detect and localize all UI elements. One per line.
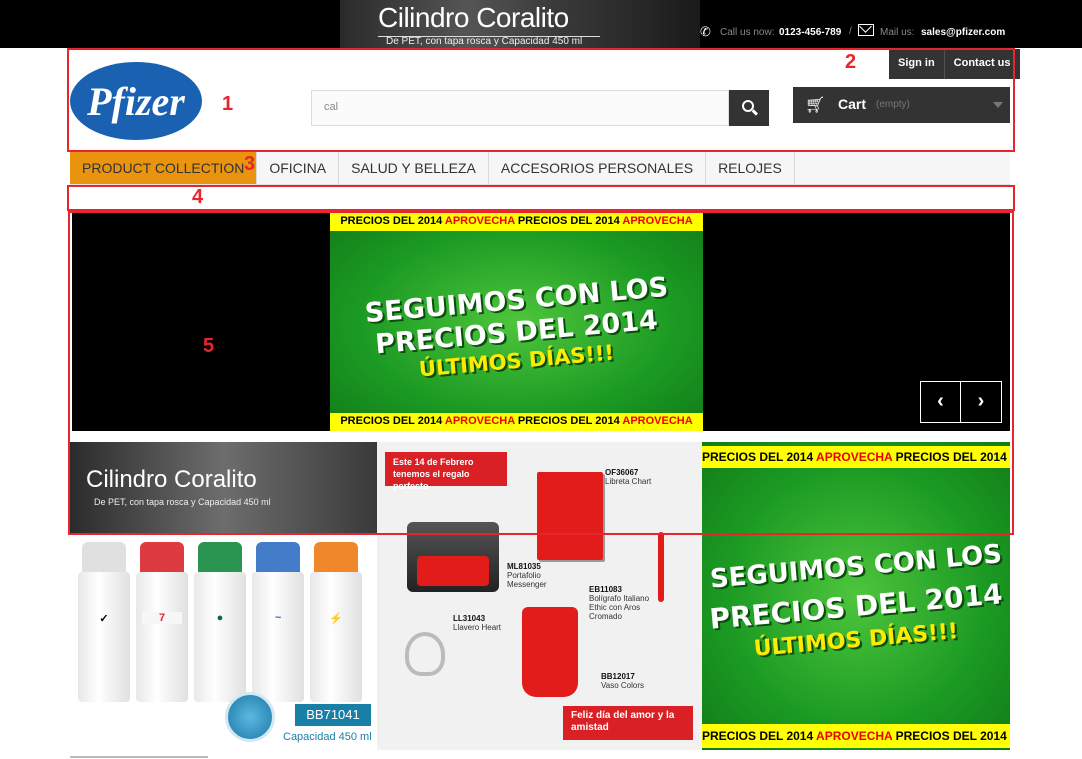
top-banner-title: Cilindro Coralito [378,2,569,33]
annotation-label-5: 5 [203,335,215,357]
cup-image [522,607,578,697]
banner2-item-label: EB11083 Bolígrafo Italiano Ethic con Aros… [589,585,650,621]
email-link[interactable]: sales@pfizer.com [921,27,1005,38]
mail-label: Mail us: [880,27,915,38]
phone-icon: ✆ [700,24,711,39]
nav-item-accesorios-personales[interactable]: ACCESORIOS PERSONALES [489,152,707,184]
footer-divider [70,756,208,758]
capacity-label: Capacidad 450 ml [283,731,372,743]
annotation-label-4: 4 [192,186,204,208]
banner2-item-label: BB12017 Vaso Colors [601,672,644,690]
annotation-box-1 [67,48,1015,152]
bottle-orange: ⚡ [310,542,362,702]
promo-strip-highlight: APROVECHA [816,729,893,743]
promo-strip-text: PRECIOS DEL 2014 [702,729,817,743]
bottle-red: 7 [136,542,188,702]
nav-item-salud-y-belleza[interactable]: SALUD Y BELLEZA [339,152,489,184]
phone-number: 0123-456-789 [779,27,842,38]
promo-strip-bottom: PRECIOS DEL 2014 APROVECHA PRECIOS DEL 2… [702,724,1010,748]
annotation-box-4 [67,185,1015,211]
annotation-label-1: 1 [222,93,234,115]
contact-separator: / [849,26,852,37]
annotation-label-3: 3 [244,153,256,175]
annotation-box-5 [68,211,1014,535]
mail-icon [858,24,874,36]
nav-item-relojes[interactable]: RELOJES [706,152,795,184]
pen-image [658,532,664,602]
bottle-group: ✓ 7 ● ~ ⚡ [78,542,373,702]
promo-strip-text: PRECIOS DEL 2014 [895,729,1010,743]
banner2-footer: Feliz día del amor y la amistad [563,706,693,740]
banner2-item-label: LL31043 Llavero Heart [453,614,502,632]
top-banner-bar: Cilindro Coralito De PET, con tapa rosca… [0,0,1082,48]
bottle-green: ● [194,542,246,702]
main-nav: PRODUCT COLLECTION OFICINA SALUD Y BELLE… [70,152,1010,185]
top-banner-subtitle: De PET, con tapa rosca y Capacidad 450 m… [386,36,583,47]
badge-seal [225,692,275,742]
call-label: Call us now: [720,27,775,38]
annotation-label-2: 2 [845,51,857,73]
product-code-badge: BB71041 [295,704,371,726]
nav-item-product-collection[interactable]: PRODUCT COLLECTION [70,152,258,184]
keyring-image [405,632,445,676]
banner2-item-label: ML81035 Portafolio Messenger [507,562,547,589]
nav-item-oficina[interactable]: OFICINA [257,152,340,184]
bottle-blue: ~ [252,542,304,702]
bottle-white: ✓ [78,542,130,702]
